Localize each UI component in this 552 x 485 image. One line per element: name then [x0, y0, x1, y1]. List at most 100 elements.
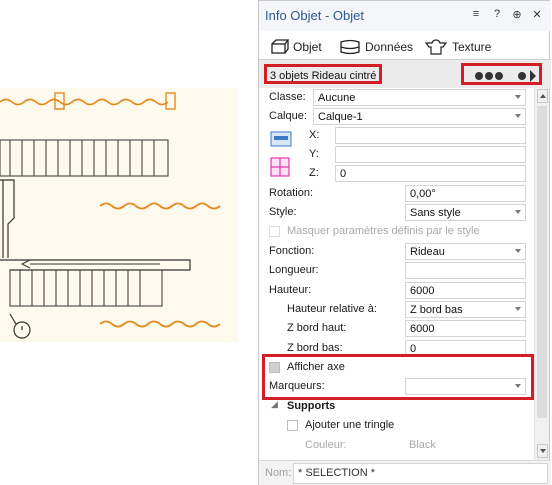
- row-hauteur-relative: Hauteur relative à: Z bord bas: [259, 300, 534, 319]
- collapse-triangle-icon[interactable]: ◢: [271, 399, 278, 410]
- nav-dot-icon: [485, 72, 493, 80]
- row-couleur: Couleur: Black: [259, 436, 534, 455]
- row-z-haut: Z bord haut: 6000: [259, 319, 534, 338]
- chevron-down-icon: [515, 95, 521, 99]
- chevron-down-icon: [515, 210, 521, 214]
- x-label: X:: [309, 129, 320, 141]
- rotation-label: Rotation:: [269, 187, 314, 199]
- tab-donnees-label: Données: [365, 40, 414, 54]
- chevron-down-icon: [515, 114, 521, 118]
- help-icon[interactable]: ?: [490, 8, 504, 20]
- z-bas-label: Z bord bas:: [287, 342, 343, 354]
- tab-texture[interactable]: Texture: [424, 37, 491, 57]
- tab-objet-label: Objet: [293, 40, 322, 54]
- scroll-down-icon[interactable]: [537, 444, 548, 458]
- row-classe: Classe: Aucune: [259, 88, 534, 107]
- masquer-checkbox[interactable]: [269, 226, 280, 237]
- tab-donnees[interactable]: Données: [339, 37, 413, 57]
- fonction-label: Fonction:: [269, 245, 315, 257]
- wall-structure: [0, 179, 191, 271]
- object-icon: [271, 39, 289, 54]
- curtain-line-middle: [99, 202, 221, 210]
- fonction-dropdown[interactable]: Rideau: [405, 243, 526, 260]
- couleur-value: Black: [409, 439, 436, 451]
- style-dropdown[interactable]: Sans style: [405, 204, 526, 221]
- palette-titlebar[interactable]: Info Objet - Objet ≡ ? ⊕ ✕: [259, 1, 551, 31]
- lift-symbol: [9, 313, 31, 339]
- hauteur-relative-label: Hauteur relative à:: [287, 303, 377, 315]
- object-info-palette: Info Objet - Objet ≡ ? ⊕ ✕ Objet Données: [258, 0, 551, 485]
- masquer-label: Masquer paramètres définis par le style: [287, 225, 480, 237]
- scrollbar-thumb[interactable]: [537, 106, 547, 418]
- selection-navigator[interactable]: [461, 63, 542, 85]
- row-z: Z: 0: [259, 164, 534, 183]
- hauteur-field[interactable]: 6000: [405, 282, 526, 299]
- fonction-value: Rideau: [410, 246, 445, 258]
- longueur-label: Longueur:: [269, 264, 319, 276]
- nav-current-dot-icon[interactable]: [518, 72, 526, 80]
- longueur-field[interactable]: [405, 262, 526, 279]
- tringle-label: Ajouter une tringle: [305, 419, 395, 431]
- couleur-label: Couleur:: [305, 439, 347, 451]
- z-label: Z:: [309, 167, 319, 179]
- calque-value: Calque-1: [318, 111, 363, 123]
- highlight-box: [262, 354, 534, 400]
- row-rotation: Rotation: 0,00°: [259, 184, 534, 203]
- drawing-canvas[interactable]: [0, 88, 238, 342]
- curtain-line-top: [0, 98, 169, 106]
- next-object-icon[interactable]: [530, 70, 536, 82]
- classe-label: Classe:: [269, 91, 306, 103]
- scroll-up-icon[interactable]: [537, 89, 548, 103]
- classe-dropdown[interactable]: Aucune: [313, 89, 526, 106]
- chevron-down-icon: [515, 307, 521, 311]
- y-label: Y:: [309, 148, 319, 160]
- texture-icon: [424, 39, 448, 55]
- rotation-field[interactable]: 0,00°: [405, 185, 526, 202]
- nav-dot-icon: [495, 72, 503, 80]
- z-haut-field[interactable]: 6000: [405, 320, 526, 337]
- row-hauteur: Hauteur: 6000: [259, 281, 534, 300]
- palette-title: Info Objet - Objet: [265, 8, 364, 23]
- row-masquer: Masquer paramètres définis par le style: [259, 222, 534, 241]
- row-fonction: Fonction: Rideau: [259, 242, 534, 261]
- chevron-down-icon: [515, 249, 521, 253]
- hauteur-relative-value: Z bord bas: [410, 304, 463, 316]
- row-calque: Calque: Calque-1: [259, 107, 534, 126]
- nom-label: Nom:: [265, 467, 292, 479]
- selection-label: 3 objets Rideau cintré: [264, 64, 383, 84]
- tringle-checkbox[interactable]: [287, 420, 298, 431]
- data-icon: [340, 39, 360, 55]
- z-field[interactable]: 0: [335, 165, 526, 182]
- nav-dot-icon: [475, 72, 483, 80]
- tab-texture-label: Texture: [452, 40, 492, 54]
- selection-bar: 3 objets Rideau cintré: [259, 60, 551, 88]
- stair-lower: [9, 259, 163, 307]
- hauteur-relative-dropdown[interactable]: Z bord bas: [405, 301, 526, 318]
- supports-label: Supports: [287, 400, 336, 412]
- tab-objet[interactable]: Objet: [269, 37, 322, 57]
- calque-dropdown[interactable]: Calque-1: [313, 108, 526, 125]
- x-field[interactable]: [335, 127, 526, 144]
- menu-icon[interactable]: ≡: [469, 8, 483, 20]
- y-field[interactable]: [335, 146, 526, 163]
- stair-upper: [0, 139, 169, 177]
- row-longueur: Longueur:: [259, 261, 534, 280]
- row-supports[interactable]: ◢ Supports: [259, 397, 534, 416]
- properties-scrollbar[interactable]: [534, 88, 549, 460]
- row-style: Style: Sans style: [259, 203, 534, 222]
- classe-value: Aucune: [318, 92, 356, 104]
- hauteur-label: Hauteur:: [269, 284, 312, 296]
- close-icon[interactable]: ✕: [530, 8, 544, 21]
- z-haut-label: Z bord haut:: [287, 322, 347, 334]
- screen: Info Objet - Objet ≡ ? ⊕ ✕ Objet Données: [0, 0, 552, 485]
- palette-tabs: Objet Données Texture: [259, 31, 551, 61]
- plan-drawing: [0, 92, 221, 339]
- row-tringle: Ajouter une tringle: [259, 416, 534, 435]
- curtain-line-bottom: [99, 320, 221, 328]
- nom-field[interactable]: * SELECTION *: [293, 463, 548, 484]
- style-label: Style:: [269, 206, 297, 218]
- style-value: Sans style: [410, 207, 461, 219]
- name-row: Nom: * SELECTION *: [259, 460, 551, 485]
- pin-icon[interactable]: ⊕: [510, 8, 524, 21]
- row-y: Y:: [259, 145, 534, 164]
